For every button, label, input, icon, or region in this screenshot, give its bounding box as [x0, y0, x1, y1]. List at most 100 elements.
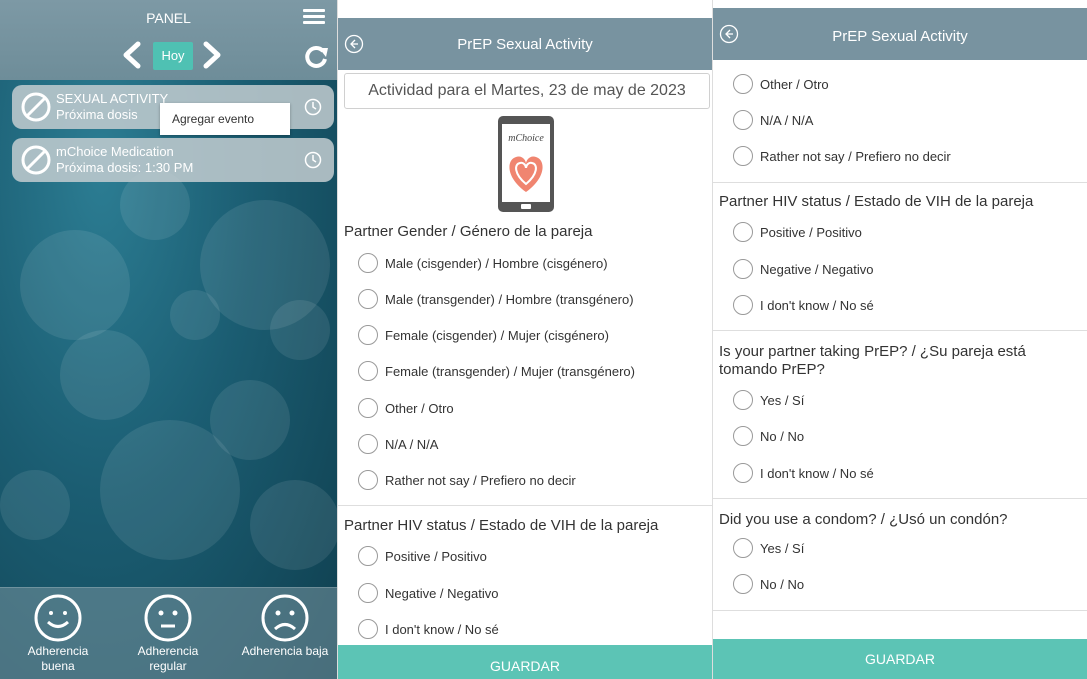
radio-option[interactable]: Female (cisgender) / Mujer (cisgénero)	[358, 324, 609, 346]
ban-icon	[21, 145, 51, 175]
ban-icon	[21, 92, 51, 122]
question-partner-hiv-status: Partner HIV status / Estado de VIH de la…	[719, 193, 1034, 210]
radio-button[interactable]	[358, 470, 378, 490]
radio-button[interactable]	[733, 110, 753, 130]
question-partner-gender: Partner Gender / Género de la pareja	[344, 223, 593, 240]
divider	[713, 330, 1087, 331]
radio-option[interactable]: Female (transgender) / Mujer (transgéner…	[358, 360, 635, 382]
divider	[713, 498, 1087, 499]
clock-icon[interactable]	[304, 151, 322, 169]
event-subtitle: Próxima dosis	[56, 107, 138, 122]
radio-option[interactable]: I don't know / No sé	[733, 462, 874, 484]
radio-button[interactable]	[358, 546, 378, 566]
radio-option[interactable]: N/A / N/A	[733, 109, 813, 131]
radio-button[interactable]	[358, 325, 378, 345]
radio-button[interactable]	[733, 146, 753, 166]
chevron-right-icon[interactable]	[198, 40, 226, 70]
today-button[interactable]: Hoy	[153, 42, 193, 70]
radio-button[interactable]	[733, 426, 753, 446]
question-condom-use: Did you use a condom? / ¿Usó un condón?	[719, 511, 1008, 528]
radio-button[interactable]	[358, 434, 378, 454]
question-partner-hiv-status: Partner HIV status / Estado de VIH de la…	[344, 517, 659, 534]
radio-option[interactable]: No / No	[733, 573, 804, 595]
event-subtitle: Próxima dosis: 1:30 PM	[56, 160, 194, 175]
question-partner-taking-prep: Is your partner taking PrEP? / ¿Su parej…	[719, 343, 1026, 378]
radio-option[interactable]: Other / Otro	[358, 397, 454, 419]
adherence-good-button[interactable]: Adherencia buena	[13, 588, 103, 674]
menu-icon[interactable]	[303, 6, 325, 26]
option-label: Male (cisgender) / Hombre (cisgénero)	[385, 255, 608, 271]
form-panel-top: PrEP Sexual Activity Actividad para el M…	[337, 0, 712, 679]
radio-button[interactable]	[733, 74, 753, 94]
option-label: I don't know / No sé	[760, 465, 874, 481]
option-label: No / No	[760, 428, 805, 444]
radio-option[interactable]: Yes / Sí	[733, 537, 804, 559]
option-label: Positive / Positivo	[385, 548, 487, 564]
option-label: Positive / Positivo	[760, 224, 862, 240]
neutral-face-icon	[144, 594, 192, 642]
option-label: N/A / N/A	[385, 436, 439, 452]
save-button[interactable]: GUARDAR	[713, 639, 1087, 679]
radio-button[interactable]	[358, 361, 378, 381]
radio-option[interactable]: No / No	[733, 425, 804, 447]
radio-option[interactable]: Rather not say / Prefiero no decir	[733, 145, 951, 167]
radio-button[interactable]	[358, 583, 378, 603]
radio-button[interactable]	[733, 390, 753, 410]
radio-option[interactable]: Other / Otro	[733, 73, 829, 95]
save-button[interactable]: GUARDAR	[338, 645, 712, 679]
radio-option[interactable]: Negative / Negativo	[733, 258, 873, 280]
radio-button[interactable]	[733, 222, 753, 242]
radio-option[interactable]: N/A / N/A	[358, 433, 438, 455]
radio-button[interactable]	[733, 463, 753, 483]
radio-option[interactable]: Rather not say / Prefiero no decir	[358, 469, 576, 491]
radio-button[interactable]	[733, 295, 753, 315]
divider	[338, 505, 712, 506]
adherence-regular-button[interactable]: Adherencia regular	[123, 588, 213, 674]
radio-button[interactable]	[358, 253, 378, 273]
option-label: Female (cisgender) / Mujer (cisgénero)	[385, 327, 609, 343]
divider	[713, 610, 1087, 611]
option-label: Yes / Sí	[760, 540, 805, 556]
adherence-label: Adherencia buena	[27, 644, 89, 673]
option-label: Yes / Sí	[760, 392, 805, 408]
adherence-label: Adherencia baja	[241, 644, 329, 658]
divider	[713, 182, 1087, 183]
event-title: SEXUAL ACTIVITY	[56, 91, 169, 106]
radio-option[interactable]: I don't know / No sé	[358, 618, 499, 640]
option-label: Male (transgender) / Hombre (transgénero…	[385, 291, 634, 307]
radio-button[interactable]	[733, 574, 753, 594]
panel-title: PANEL	[146, 10, 191, 26]
radio-option[interactable]: Positive / Positivo	[358, 545, 487, 567]
panel-header: PANEL Hoy	[0, 0, 337, 80]
chevron-left-icon[interactable]	[118, 40, 146, 70]
event-card-mchoice-medication[interactable]: mChoice Medication Próxima dosis: 1:30 P…	[12, 138, 334, 182]
radio-option[interactable]: Negative / Negativo	[358, 582, 498, 604]
refresh-icon[interactable]	[303, 44, 329, 70]
sad-face-icon	[261, 594, 309, 642]
dashboard-panel: PANEL Hoy SEXUAL ACTIVITY Próxima dosis	[0, 0, 337, 679]
radio-button[interactable]	[733, 259, 753, 279]
radio-option[interactable]: I don't know / No sé	[733, 294, 874, 316]
status-bar	[338, 0, 712, 10]
radio-option[interactable]: Yes / Sí	[733, 389, 804, 411]
form-panel-scrolled: PrEP Sexual Activity Other / Otro N/A / …	[712, 0, 1087, 679]
radio-option[interactable]: Positive / Positivo	[733, 221, 862, 243]
radio-button[interactable]	[358, 619, 378, 639]
app-bar-title: PrEP Sexual Activity	[457, 36, 593, 53]
option-label: Negative / Negativo	[385, 585, 499, 601]
event-title: mChoice Medication	[56, 144, 174, 159]
radio-button[interactable]	[358, 398, 378, 418]
mchoice-logo: mChoice	[498, 116, 554, 212]
option-label: Rather not say / Prefiero no decir	[760, 148, 951, 164]
radio-option[interactable]: Male (transgender) / Hombre (transgénero…	[358, 288, 634, 310]
radio-button[interactable]	[733, 538, 753, 558]
add-event-tooltip[interactable]: Agregar evento	[160, 103, 290, 135]
adherence-low-button[interactable]: Adherencia baja	[240, 588, 330, 659]
radio-button[interactable]	[358, 289, 378, 309]
adherence-footer: Adherencia buena Adherencia regular Adhe…	[0, 587, 337, 679]
screenshot-collage: PANEL Hoy SEXUAL ACTIVITY Próxima dosis	[0, 0, 1087, 679]
option-label: N/A / N/A	[760, 112, 814, 128]
radio-option[interactable]: Male (cisgender) / Hombre (cisgénero)	[358, 252, 608, 274]
clock-icon[interactable]	[304, 98, 322, 116]
option-label: Other / Otro	[385, 400, 454, 416]
